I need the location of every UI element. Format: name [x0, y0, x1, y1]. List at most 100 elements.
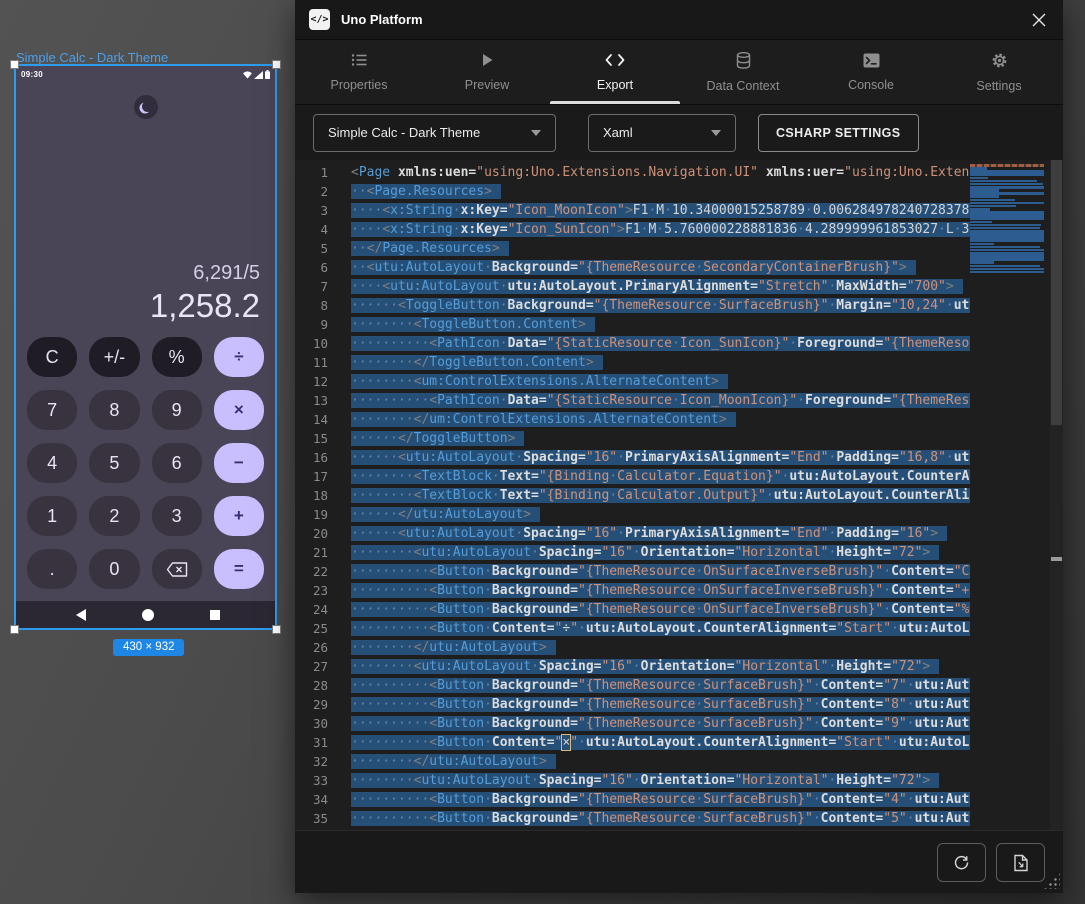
tab-data-context[interactable]: Data Context — [679, 40, 807, 104]
editor-code[interactable]: <Page xmlns:uen="using:Uno.Extensions.Na… — [341, 160, 970, 830]
code-line[interactable]: ········<TextBlock·Text="{Binding·Calcul… — [351, 488, 970, 507]
key-−[interactable]: − — [214, 443, 264, 483]
code-line[interactable]: ··········<Button·Background="{ThemeReso… — [351, 678, 970, 697]
key-9[interactable]: 9 — [152, 390, 202, 430]
key-5[interactable]: 5 — [89, 443, 139, 483]
key-.[interactable]: . — [27, 549, 77, 589]
editor-minimap[interactable] — [970, 160, 1050, 830]
selection-handle-top-left[interactable] — [10, 60, 19, 69]
code-line[interactable]: ··········<Button·Background="{ThemeReso… — [351, 697, 970, 716]
tab-console[interactable]: Console — [807, 40, 935, 104]
refresh-button[interactable] — [937, 843, 986, 882]
code-line[interactable]: ······<ToggleButton·Background="{ThemeRe… — [351, 298, 970, 317]
database-icon — [736, 52, 751, 74]
key-6[interactable]: 6 — [152, 443, 202, 483]
resize-grip[interactable] — [1043, 872, 1060, 889]
code-line[interactable]: ··········<Button·Content="×"·utu:AutoLa… — [351, 735, 970, 754]
key-+[interactable]: + — [214, 496, 264, 536]
code-line[interactable]: ··········<PathIcon·Data="{StaticResourc… — [351, 336, 970, 355]
key-0[interactable]: 0 — [89, 549, 139, 589]
tab-settings[interactable]: Settings — [935, 40, 1063, 104]
line-number: 17 — [295, 469, 341, 488]
tab-export[interactable]: Export — [551, 40, 679, 104]
export-file-button[interactable] — [996, 843, 1045, 882]
nav-recents-icon[interactable] — [210, 610, 220, 620]
scrollbar-thumb[interactable] — [1051, 160, 1062, 425]
code-line[interactable]: ··········<PathIcon·Data="{StaticResourc… — [351, 393, 970, 412]
code-line[interactable]: ··········<Button·Background="{ThemeReso… — [351, 564, 970, 583]
code-line[interactable]: ········<utu:AutoLayout·Spacing="16"·Ori… — [351, 773, 970, 792]
key-×[interactable]: × — [214, 390, 264, 430]
code-line[interactable]: ········<ToggleButton.Content> — [351, 317, 970, 336]
selection-handle-bottom-left[interactable] — [10, 625, 19, 634]
key-C[interactable]: C — [27, 337, 77, 377]
key-=[interactable]: = — [214, 549, 264, 589]
code-line[interactable]: ········<utu:AutoLayout·Spacing="16"·Ori… — [351, 545, 970, 564]
code-line[interactable]: ······<utu:AutoLayout·Spacing="16"·Prima… — [351, 526, 970, 545]
selection-handle-top-right[interactable] — [272, 60, 281, 69]
format-select[interactable]: Xaml — [588, 114, 736, 152]
code-line[interactable]: ····<x:String·x:Key="Icon_SunIcon">F1·M·… — [351, 222, 970, 241]
line-number: 28 — [295, 678, 341, 697]
line-number: 31 — [295, 735, 341, 754]
device-selection-frame[interactable]: 09:30 6,291/5 1,258.2 C+/-%÷789×456−123+… — [14, 64, 277, 630]
line-number: 20 — [295, 526, 341, 545]
key-7[interactable]: 7 — [27, 390, 77, 430]
code-line[interactable]: ······</utu:AutoLayout> — [351, 507, 970, 526]
tab-preview[interactable]: Preview — [423, 40, 551, 104]
key-+/-[interactable]: +/- — [89, 337, 139, 377]
code-line[interactable]: ········</utu:AutoLayout> — [351, 754, 970, 773]
code-line[interactable]: ··········<Button·Background="{ThemeReso… — [351, 811, 970, 830]
line-number: 22 — [295, 564, 341, 583]
selection-handle-bottom-right[interactable] — [272, 625, 281, 634]
code-editor[interactable]: 1234567891011121314151617181920212223242… — [295, 160, 1063, 830]
android-navbar — [16, 601, 275, 628]
key-backspace[interactable] — [152, 549, 202, 589]
statusbar-icons — [243, 70, 270, 79]
csharp-settings-button[interactable]: CSHARP SETTINGS — [758, 114, 919, 152]
code-line[interactable]: ······<utu:AutoLayout·Spacing="16"·Prima… — [351, 450, 970, 469]
calculator-keypad: C +/-% ÷ 789 × 456− 123 +. 0 = — [16, 335, 275, 601]
device-preview-title: Simple Calc - Dark Theme — [16, 50, 168, 65]
code-line[interactable]: ··········<Button·Background="{ThemeReso… — [351, 583, 970, 602]
line-number: 34 — [295, 792, 341, 811]
key-4[interactable]: 4 — [27, 443, 77, 483]
code-line[interactable]: ········</ToggleButton.Content> — [351, 355, 970, 374]
key-8[interactable]: 8 — [89, 390, 139, 430]
code-line[interactable]: ··········<Button·Content="÷"·utu:AutoLa… — [351, 621, 970, 640]
code-line[interactable]: ··<utu:AutoLayout·Background="{ThemeReso… — [351, 260, 970, 279]
key-÷[interactable]: ÷ — [214, 337, 264, 377]
key-2[interactable]: 2 — [89, 496, 139, 536]
line-number: 10 — [295, 336, 341, 355]
code-line[interactable]: ··········<Button·Background="{ThemeReso… — [351, 602, 970, 621]
line-number: 11 — [295, 355, 341, 374]
key-1[interactable]: 1 — [27, 496, 77, 536]
code-line[interactable]: ········</utu:AutoLayout> — [351, 640, 970, 659]
code-line[interactable]: ··········<Button·Background="{ThemeReso… — [351, 716, 970, 735]
moon-icon — [142, 101, 153, 112]
theme-select[interactable]: Simple Calc - Dark Theme — [313, 114, 556, 152]
code-line[interactable]: ········<TextBlock·Text="{Binding·Calcul… — [351, 469, 970, 488]
key-3[interactable]: 3 — [152, 496, 202, 536]
theme-toggle-button[interactable] — [134, 95, 158, 119]
code-line[interactable]: ····<x:String·x:Key="Icon_MoonIcon">F1·M… — [351, 203, 970, 222]
code-line[interactable]: ··<Page.Resources> — [351, 184, 970, 203]
nav-home-icon[interactable] — [142, 609, 154, 621]
line-number: 15 — [295, 431, 341, 450]
code-line[interactable]: ··········<Button·Background="{ThemeReso… — [351, 792, 970, 811]
statusbar-clock: 09:30 — [21, 70, 43, 79]
line-number: 26 — [295, 640, 341, 659]
editor-scrollbar[interactable] — [1050, 160, 1063, 830]
nav-back-icon[interactable] — [76, 609, 86, 621]
code-line[interactable]: ········</um:ControlExtensions.Alternate… — [351, 412, 970, 431]
code-line[interactable]: <Page xmlns:uen="using:Uno.Extensions.Na… — [351, 165, 970, 184]
code-line[interactable]: ····<utu:AutoLayout·utu:AutoLayout.Prima… — [351, 279, 970, 298]
key-%[interactable]: % — [152, 337, 202, 377]
code-line[interactable]: ······</ToggleButton> — [351, 431, 970, 450]
code-line[interactable]: ········<utu:AutoLayout·Spacing="16"·Ori… — [351, 659, 970, 678]
code-line[interactable]: ········<um:ControlExtensions.AlternateC… — [351, 374, 970, 393]
close-icon[interactable] — [1029, 10, 1049, 30]
tab-properties[interactable]: Properties — [295, 40, 423, 104]
line-number: 29 — [295, 697, 341, 716]
code-line[interactable]: ··</Page.Resources> — [351, 241, 970, 260]
